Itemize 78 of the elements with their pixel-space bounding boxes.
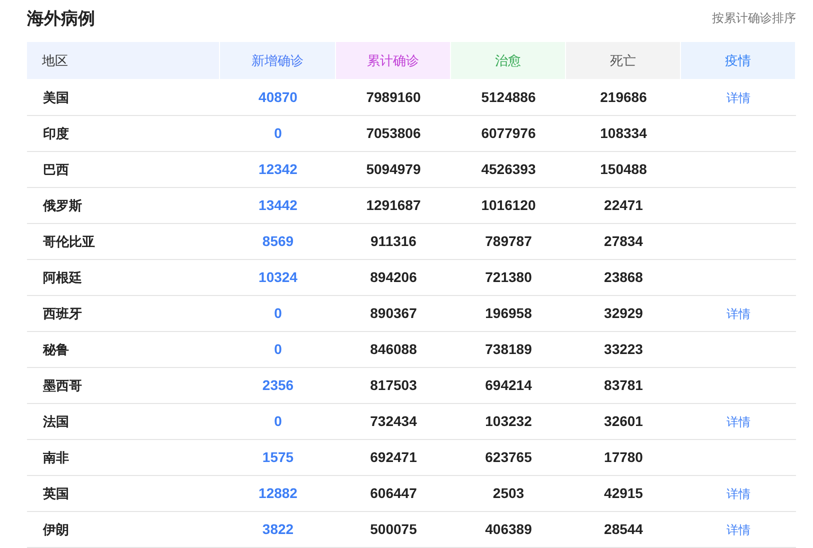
region-cell-text: 南非 xyxy=(42,448,69,467)
column-header: 疫情 xyxy=(681,42,796,79)
recovered-cell-text: 6077976 xyxy=(481,124,536,143)
total-cases-cell-text: 890367 xyxy=(370,304,417,323)
details-link[interactable]: 详情 xyxy=(726,88,750,106)
total-cases-cell-text: 7053806 xyxy=(366,124,421,143)
region-cell-text: 俄罗斯 xyxy=(42,196,82,215)
recovered-cell-text: 2503 xyxy=(492,484,524,503)
total-cases-cell-text: 817503 xyxy=(370,376,417,395)
deaths-cell-text: 27834 xyxy=(604,232,643,251)
recovered-cell-text: 103232 xyxy=(485,412,532,431)
total-cases-cell-text: 500075 xyxy=(370,520,417,539)
total-cases-cell-text: 7989160 xyxy=(366,88,421,107)
new-cases-cell-text: 40870 xyxy=(258,88,298,107)
new-cases-cell-text: 1575 xyxy=(262,448,294,467)
total-cases-cell-text: 911316 xyxy=(370,232,416,251)
total-cases-cell-text: 692471 xyxy=(370,448,417,467)
deaths-cell-text: 219686 xyxy=(600,88,647,107)
deaths-cell-text: 32601 xyxy=(604,412,643,431)
new-cases-cell-text: 13442 xyxy=(258,196,298,215)
region-cell-text: 阿根廷 xyxy=(42,268,82,287)
deaths-cell-text: 17780 xyxy=(604,448,643,467)
region-cell-text: 西班牙 xyxy=(42,304,82,323)
recovered-cell-text: 406389 xyxy=(485,520,532,539)
column-header: 治愈 xyxy=(451,42,566,79)
new-cases-cell-text: 3822 xyxy=(262,520,294,539)
region-cell-text: 印度 xyxy=(42,124,69,143)
deaths-cell-text: 83781 xyxy=(604,376,643,395)
details-link[interactable]: 详情 xyxy=(726,484,750,502)
new-cases-cell-text: 8569 xyxy=(262,232,294,251)
region-cell-text: 英国 xyxy=(42,484,69,503)
deaths-cell-text: 23868 xyxy=(604,268,643,287)
deaths-cell-text: 33223 xyxy=(604,340,643,359)
sort-link[interactable]: 按累计确诊排序 xyxy=(712,9,796,27)
new-cases-cell-text: 0 xyxy=(274,412,282,431)
recovered-cell-text: 1016120 xyxy=(481,196,536,215)
column-header: 新增确诊 xyxy=(220,42,336,79)
region-cell-text: 秘鲁 xyxy=(42,340,69,359)
recovered-cell-text: 694214 xyxy=(485,376,532,395)
total-cases-cell-text: 894206 xyxy=(370,268,417,287)
recovered-cell-text: 738189 xyxy=(485,340,532,359)
total-cases-cell-text: 732434 xyxy=(370,412,417,431)
total-cases-cell-text: 5094979 xyxy=(366,160,421,179)
deaths-cell-text: 28544 xyxy=(604,520,643,539)
recovered-cell-text: 5124886 xyxy=(481,88,536,107)
total-cases-cell-text: 606447 xyxy=(370,484,417,503)
details-link[interactable]: 详情 xyxy=(726,520,750,538)
new-cases-cell-text: 12882 xyxy=(258,484,298,503)
new-cases-cell-text: 2356 xyxy=(262,376,294,395)
total-cases-cell-text: 1291687 xyxy=(366,196,421,215)
region-cell-text: 法国 xyxy=(42,412,69,431)
deaths-cell-text: 42915 xyxy=(604,484,643,503)
region-cell-text: 巴西 xyxy=(42,160,69,179)
new-cases-cell-text: 0 xyxy=(274,304,282,323)
details-link[interactable]: 详情 xyxy=(726,304,750,322)
deaths-cell-text: 32929 xyxy=(604,304,643,323)
total-cases-cell-text: 846088 xyxy=(370,340,417,359)
recovered-cell-text: 789787 xyxy=(485,232,532,251)
deaths-cell-text: 108334 xyxy=(600,124,647,143)
recovered-cell-text: 4526393 xyxy=(481,160,536,179)
new-cases-cell-text: 12342 xyxy=(258,160,298,179)
column-header: 死亡 xyxy=(566,42,681,79)
details-link[interactable]: 详情 xyxy=(726,412,750,430)
section-title: 海外病例 xyxy=(27,8,95,30)
recovered-cell-text: 721380 xyxy=(485,268,532,287)
column-header: 地区 xyxy=(27,42,220,79)
region-cell-text: 伊朗 xyxy=(42,520,69,539)
region-cell-text: 墨西哥 xyxy=(42,376,82,395)
column-header: 累计确诊 xyxy=(336,42,451,79)
recovered-cell-text: 196958 xyxy=(485,304,532,323)
region-cell-text: 哥伦比亚 xyxy=(42,232,95,251)
region-cell-text: 美国 xyxy=(42,88,69,107)
new-cases-cell-text: 0 xyxy=(274,340,282,359)
deaths-cell-text: 22471 xyxy=(604,196,643,215)
deaths-cell-text: 150488 xyxy=(600,160,647,179)
new-cases-cell-text: 10324 xyxy=(258,268,298,287)
new-cases-cell-text: 0 xyxy=(274,124,282,143)
recovered-cell-text: 623765 xyxy=(485,448,532,467)
